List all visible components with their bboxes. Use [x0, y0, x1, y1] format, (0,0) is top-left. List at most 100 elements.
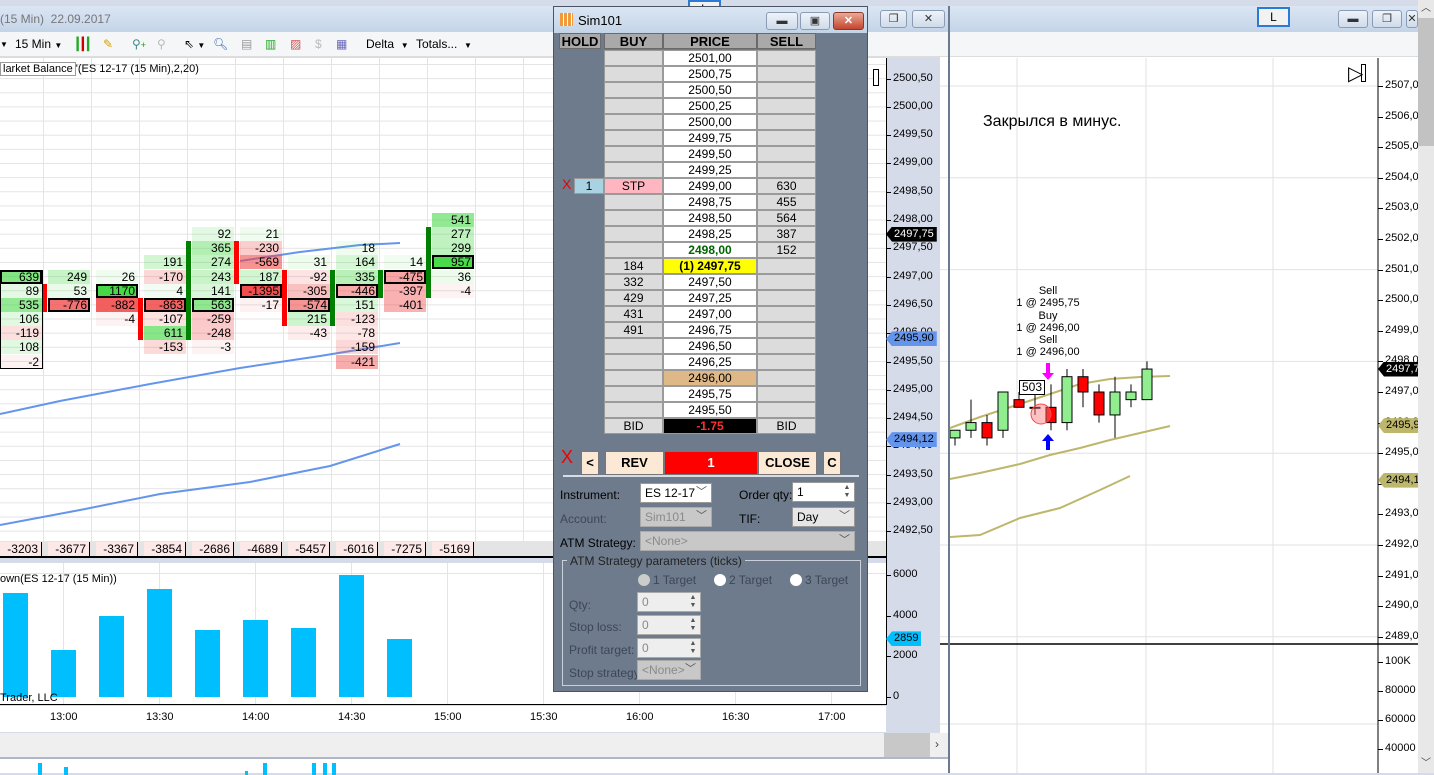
reverse-button[interactable]: REV [605, 451, 664, 475]
radio-icon[interactable] [638, 574, 650, 586]
sell-cell[interactable] [757, 290, 816, 306]
sell-cell[interactable] [757, 50, 816, 66]
sell-cell[interactable] [757, 130, 816, 146]
profit-target-input[interactable]: 0 ▲ ▼ [637, 638, 701, 658]
account-select[interactable]: Sim101 ﹀ [640, 507, 712, 527]
sell-cell[interactable] [757, 370, 816, 386]
price-cell[interactable]: 2501,00 [663, 50, 757, 66]
target-radio-3[interactable]: 3 Target [790, 573, 848, 587]
price-cell[interactable]: 2497,00 [663, 306, 757, 322]
price-cell[interactable]: 2497,25 [663, 290, 757, 306]
buy-cell[interactable] [604, 242, 663, 258]
price-cell[interactable]: 2500,25 [663, 98, 757, 114]
scroll-thumb[interactable] [884, 733, 930, 757]
scroll-up-arrow-icon[interactable]: ︿ [1418, 0, 1434, 18]
price-cell[interactable]: 2499,25 [663, 162, 757, 178]
order-qty-input[interactable]: 1 ▲ ▼ [792, 482, 855, 502]
buy-cell[interactable]: 332 [604, 274, 663, 290]
qty-input[interactable]: 0 ▲ ▼ [637, 592, 701, 612]
price-cell[interactable]: 2496,50 [663, 338, 757, 354]
sell-cell[interactable] [757, 66, 816, 82]
stop-loss-input[interactable]: 0 ▲ ▼ [637, 615, 701, 635]
price-cell[interactable]: 2498,75 [663, 194, 757, 210]
left-close-button[interactable]: ✕ [912, 10, 945, 28]
back-button[interactable]: < [581, 451, 599, 475]
sell-cell[interactable]: 455 [757, 194, 816, 210]
buy-cell[interactable] [604, 194, 663, 210]
price-cell[interactable]: 2496,25 [663, 354, 757, 370]
buy-cell[interactable] [604, 98, 663, 114]
radio-icon[interactable] [790, 574, 802, 586]
price-cell[interactable]: 2499,00 [663, 178, 757, 194]
buy-cell[interactable] [604, 130, 663, 146]
horizontal-scrollbar[interactable]: › [0, 733, 948, 757]
price-cell[interactable]: -1.75 [663, 418, 757, 434]
sell-cell[interactable] [757, 162, 816, 178]
dom-minimize-button[interactable]: ▬ [766, 12, 798, 30]
atm-strategy-select[interactable]: <None> ﹀ [640, 531, 855, 551]
buy-cell[interactable] [604, 82, 663, 98]
close-position-button[interactable]: CLOSE [758, 451, 817, 475]
sell-cell[interactable]: 630 [757, 178, 816, 194]
buy-cell[interactable] [604, 66, 663, 82]
cancel-all-button[interactable]: X [561, 447, 573, 468]
price-cell[interactable]: 2499,50 [663, 146, 757, 162]
tif-select[interactable]: Day ﹀ [792, 507, 855, 527]
price-cell[interactable]: 2498,00 [663, 242, 757, 258]
buy-cell[interactable] [604, 386, 663, 402]
c-button[interactable]: C [823, 451, 841, 475]
dom-restore-button[interactable]: ▣ [800, 12, 830, 30]
price-cell[interactable]: 2498,50 [663, 210, 757, 226]
buy-cell[interactable] [604, 226, 663, 242]
sell-cell[interactable] [757, 386, 816, 402]
buy-cell[interactable] [604, 146, 663, 162]
scroll-to-end-icon[interactable]: ▷ [1348, 64, 1367, 84]
sell-cell[interactable] [757, 402, 816, 418]
dom-close-button[interactable]: ✕ [833, 12, 864, 30]
price-cell[interactable]: 2496,75 [663, 322, 757, 338]
buy-cell[interactable] [604, 114, 663, 130]
price-cell[interactable]: 2495,75 [663, 386, 757, 402]
sell-cell[interactable] [757, 354, 816, 370]
buy-cell[interactable] [604, 354, 663, 370]
right-scrollbar[interactable]: ︿ ﹀ [1418, 0, 1434, 773]
price-cell[interactable]: 2500,50 [663, 82, 757, 98]
price-cell[interactable]: 2500,75 [663, 66, 757, 82]
instrument-select[interactable]: ES 12-17 ﹀ [640, 483, 712, 503]
buy-cell[interactable] [604, 338, 663, 354]
sell-cell[interactable]: 387 [757, 226, 816, 242]
buy-cell[interactable]: BID [604, 418, 663, 434]
buy-cell[interactable] [604, 210, 663, 226]
price-cell[interactable]: 2498,25 [663, 226, 757, 242]
buy-cell[interactable]: 431 [604, 306, 663, 322]
target-radio-1[interactable]: 1 Target [638, 573, 696, 587]
scroll-to-end-icon[interactable] [873, 69, 879, 86]
buy-cell[interactable]: 184 [604, 258, 663, 274]
buy-cell[interactable]: STP [604, 178, 663, 194]
sell-cell[interactable] [757, 82, 816, 98]
sell-cell[interactable] [757, 306, 816, 322]
hold-cell[interactable]: 1 [574, 178, 604, 194]
sell-cell[interactable] [757, 258, 816, 274]
price-cell[interactable]: 2500,00 [663, 114, 757, 130]
price-cell[interactable]: 2496,00 [663, 370, 757, 386]
price-cell[interactable]: (1) 2497,75 [663, 258, 757, 274]
sell-cell[interactable] [757, 114, 816, 130]
sell-cell[interactable] [757, 274, 816, 290]
buy-cell[interactable]: 429 [604, 290, 663, 306]
buy-cell[interactable]: 491 [604, 322, 663, 338]
quantity-display[interactable]: 1 [664, 451, 758, 475]
scroll-thumb[interactable] [1418, 18, 1434, 146]
sell-cell[interactable]: BID [757, 418, 816, 434]
scroll-right-arrow-icon[interactable]: › [935, 737, 939, 751]
buy-cell[interactable] [604, 402, 663, 418]
sell-cell[interactable] [757, 338, 816, 354]
scroll-down-arrow-icon[interactable]: ﹀ [1418, 755, 1434, 773]
sell-cell[interactable] [757, 322, 816, 338]
target-radio-2[interactable]: 2 Target [714, 573, 772, 587]
sell-cell[interactable]: 152 [757, 242, 816, 258]
price-cell[interactable]: 2495,50 [663, 402, 757, 418]
buy-cell[interactable] [604, 162, 663, 178]
sell-cell[interactable]: 564 [757, 210, 816, 226]
radio-icon[interactable] [714, 574, 726, 586]
